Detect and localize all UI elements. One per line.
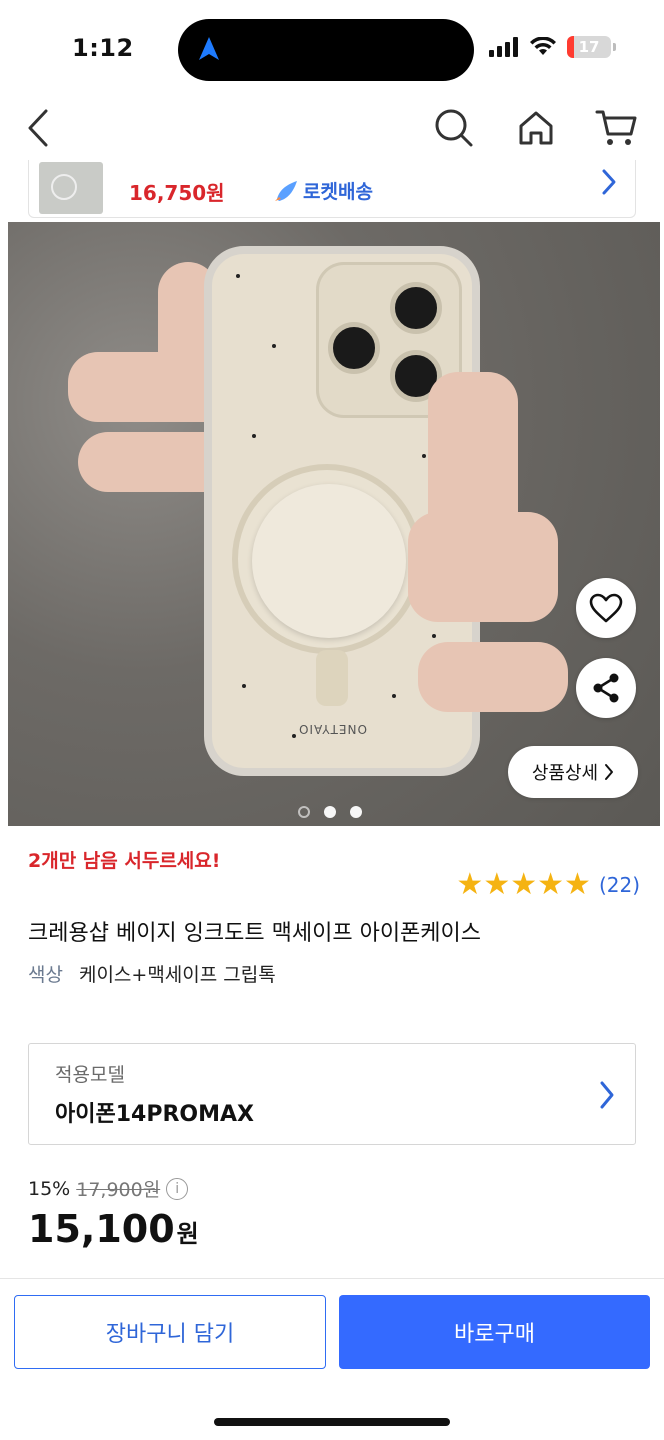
location-arrow-icon <box>199 37 219 60</box>
magsafe-tab <box>316 650 348 706</box>
related-product-price: 16,750원 <box>129 181 225 205</box>
share-icon <box>593 673 619 703</box>
star-icon: ★ <box>483 867 511 902</box>
final-price-unit: 원 <box>176 1220 199 1248</box>
product-title: 크레용샵 베이지 잉크도트 맥세이프 아이폰케이스 <box>28 921 482 946</box>
chevron-right-icon <box>605 764 614 780</box>
wifi-icon <box>530 37 556 55</box>
chevron-right-icon <box>602 169 616 195</box>
battery-level-fill <box>567 36 575 58</box>
carousel-indicator <box>298 806 362 818</box>
model-selector-label: 적용모델 <box>55 1064 125 1086</box>
carousel-dot[interactable] <box>298 806 310 818</box>
share-button[interactable] <box>576 658 636 718</box>
final-price: 15,100 원 <box>28 1207 199 1251</box>
discount-line: 15% 17,900원 i <box>28 1175 189 1202</box>
related-product-title-cut: ▔ ▔▔ ▔ ▔ ▔▔▔▔ ▔ ▔▔▔ ▔▔ <box>129 160 421 173</box>
carousel-dot[interactable] <box>324 806 336 818</box>
home-button[interactable] <box>512 104 560 152</box>
status-icons: 17 <box>489 36 616 58</box>
photo-finger <box>418 642 568 712</box>
option-label: 색상 <box>28 964 63 986</box>
cart-button[interactable] <box>592 104 640 152</box>
add-to-cart-button[interactable]: 장바구니 담기 <box>14 1295 326 1369</box>
home-icon <box>519 111 553 145</box>
original-price: 17,900원 <box>76 1179 161 1201</box>
star-icon: ★ <box>564 867 591 902</box>
battery-tip <box>613 43 616 51</box>
rocket-icon <box>275 180 297 201</box>
back-button[interactable] <box>14 104 62 152</box>
rocket-delivery-label: 로켓배송 <box>303 181 373 203</box>
star-icon: ★ <box>537 867 565 902</box>
option-value: 케이스+맥세이프 그립톡 <box>78 964 276 986</box>
camera-lens <box>390 282 442 334</box>
final-price-amount: 15,100 <box>28 1207 175 1251</box>
status-bar: 1:12 17 <box>0 0 664 96</box>
heart-icon <box>589 593 623 623</box>
chevron-left-icon <box>28 109 48 147</box>
cellular-signal-icon <box>489 37 518 57</box>
rocket-delivery-badge: 로켓배송 <box>273 177 373 204</box>
product-image-carousel[interactable]: ONETYAIO 상품상세 <box>8 222 660 826</box>
wishlist-button[interactable] <box>576 578 636 638</box>
case-brand-print: ONETYAIO <box>298 722 367 736</box>
model-selector[interactable]: 적용모델 아이폰14PROMAX <box>28 1043 636 1145</box>
bottom-action-bar: 장바구니 담기 바로구매 <box>0 1278 664 1440</box>
search-icon <box>435 109 473 147</box>
stock-warning: 2개만 남음 서두르세요! <box>28 850 221 872</box>
discount-percent: 15% <box>28 1177 71 1200</box>
cart-icon <box>595 110 637 145</box>
related-product-banner[interactable]: ▔ ▔▔ ▔ ▔ ▔▔▔▔ ▔ ▔▔▔ ▔▔ 16,750원 로켓배송 <box>28 160 636 218</box>
photo-finger <box>408 512 558 622</box>
home-indicator <box>214 1418 450 1426</box>
search-button[interactable] <box>430 104 478 152</box>
buy-now-button[interactable]: 바로구매 <box>339 1295 650 1369</box>
model-selector-value: 아이폰14PROMAX <box>55 1102 254 1127</box>
info-icon[interactable]: i <box>166 1177 189 1200</box>
camera-lens <box>328 322 380 374</box>
rating-stars: ★ ★ ★ ★ ★ <box>456 870 591 900</box>
magsafe-grip <box>252 484 406 638</box>
review-count[interactable]: (22) <box>599 873 640 897</box>
dynamic-island <box>178 19 474 81</box>
related-product-thumbnail <box>39 162 103 214</box>
option-line: 색상 케이스+맥세이프 그립톡 <box>28 960 276 987</box>
top-nav-bar <box>0 96 664 160</box>
star-icon: ★ <box>510 867 538 902</box>
carousel-dot[interactable] <box>350 806 362 818</box>
battery-icon: 17 <box>567 36 611 58</box>
rating-summary[interactable]: ★ ★ ★ ★ ★ (22) <box>456 870 640 900</box>
battery-level-text: 17 <box>578 38 600 56</box>
product-detail-button[interactable]: 상품상세 <box>508 746 638 798</box>
star-icon: ★ <box>456 867 484 902</box>
product-detail-label: 상품상세 <box>531 763 599 784</box>
chevron-right-icon <box>600 1081 614 1109</box>
status-time: 1:12 <box>72 34 134 62</box>
